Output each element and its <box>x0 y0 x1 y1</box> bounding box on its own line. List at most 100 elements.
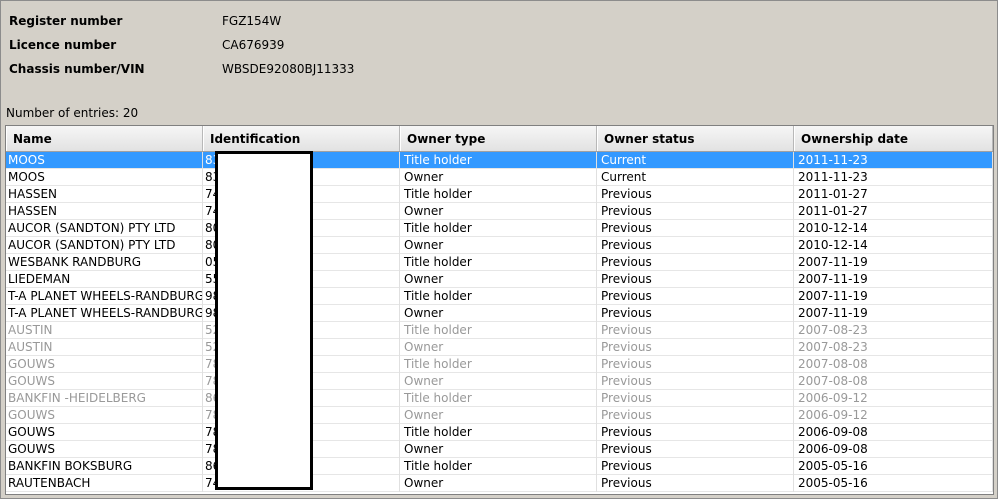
cell-ownership-date: 2007-11-19 <box>794 305 993 322</box>
table-row[interactable]: WESBANK RANDBURG 05 Title holder Previous 20… <box>6 254 993 271</box>
cell-ownership-date: 2010-12-14 <box>794 237 993 254</box>
cell-owner-type: Title holder <box>400 322 597 339</box>
cell-owner-type: Owner <box>400 237 597 254</box>
register-label: Register number <box>9 14 123 28</box>
cell-ownership-date: 2011-11-23 <box>794 152 993 169</box>
table-row[interactable]: GOUWS 78 Owner Previous 2006-09-08 <box>6 441 993 458</box>
cell-owner-status: Previous <box>597 288 794 305</box>
table-row[interactable]: AUSTIN 52 Title holder Previous 2007-08-23 <box>6 322 993 339</box>
cell-owner-type: Title holder <box>400 152 597 169</box>
cell-name: GOUWS <box>6 441 203 458</box>
table-row[interactable]: HASSEN 74 Title holder Previous 2011-01-27 <box>6 186 993 203</box>
cell-name: GOUWS <box>6 356 203 373</box>
table-row[interactable]: GOUWS 78 Title holder Previous 2007-08-08 <box>6 356 993 373</box>
vin-value: WBSDE92080BJ11333 <box>222 62 355 76</box>
table-row[interactable]: AUCOR (SANDTON) PTY LTD 80 Title holder Pre… <box>6 220 993 237</box>
cell-owner-status: Previous <box>597 441 794 458</box>
cell-owner-type: Owner <box>400 339 597 356</box>
cell-owner-status: Current <box>597 169 794 186</box>
table-row[interactable]: AUSTIN 52 Owner Previous 2007-08-23 <box>6 339 993 356</box>
cell-name: AUSTIN <box>6 339 203 356</box>
table-row[interactable]: MOOS 83 Title holder Current 2011-11-23 <box>6 152 993 169</box>
cell-owner-status: Previous <box>597 407 794 424</box>
table-body: MOOS 83 Title holder Current 2011-11-23 MOOS 8… <box>6 152 993 492</box>
table-row[interactable]: MOOS 83 Owner Current 2011-11-23 <box>6 169 993 186</box>
cell-owner-status: Previous <box>597 475 794 492</box>
redaction-box <box>215 151 313 490</box>
cell-ownership-date: 2011-11-23 <box>794 169 993 186</box>
cell-ownership-date: 2006-09-12 <box>794 407 993 424</box>
register-row: Register number FGZ154W <box>9 9 354 33</box>
table-header: Name Identification Owner type Owner sta… <box>6 126 993 152</box>
table-row[interactable]: T-A PLANET WHEELS-RANDBURG 98 Title holder… <box>6 288 993 305</box>
cell-owner-type: Title holder <box>400 288 597 305</box>
vin-row: Chassis number/VIN WBSDE92080BJ11333 <box>9 57 354 81</box>
cell-owner-status: Previous <box>597 237 794 254</box>
cell-owner-type: Owner <box>400 169 597 186</box>
cell-owner-status: Previous <box>597 424 794 441</box>
cell-name: MOOS <box>6 169 203 186</box>
cell-owner-status: Previous <box>597 339 794 356</box>
cell-ownership-date: 2006-09-08 <box>794 424 993 441</box>
column-header-name[interactable]: Name <box>6 126 203 151</box>
cell-owner-status: Current <box>597 152 794 169</box>
cell-owner-type: Title holder <box>400 254 597 271</box>
cell-owner-status: Previous <box>597 271 794 288</box>
cell-owner-status: Previous <box>597 373 794 390</box>
licence-row: Licence number CA676939 <box>9 33 354 57</box>
cell-owner-type: Owner <box>400 407 597 424</box>
cell-name: BANKFIN BOKSBURG <box>6 458 203 475</box>
column-header-owner-status[interactable]: Owner status <box>597 126 794 151</box>
register-value: FGZ154W <box>222 14 282 28</box>
table-row[interactable]: T-A PLANET WHEELS-RANDBURG 98 Owner Previou… <box>6 305 993 322</box>
table-row[interactable]: AUCOR (SANDTON) PTY LTD 80 Owner Previous 20… <box>6 237 993 254</box>
cell-owner-status: Previous <box>597 186 794 203</box>
cell-ownership-date: 2011-01-27 <box>794 186 993 203</box>
cell-owner-type: Title holder <box>400 458 597 475</box>
cell-name: T-A PLANET WHEELS-RANDBURG <box>8 288 203 305</box>
cell-owner-type: Owner <box>400 271 597 288</box>
cell-name: AUCOR (SANDTON) PTY LTD <box>6 220 203 237</box>
cell-name: LIEDEMAN <box>6 271 203 288</box>
cell-ownership-date: 2005-05-16 <box>794 475 993 492</box>
cell-owner-type: Title holder <box>400 390 597 407</box>
cell-ownership-date: 2005-05-16 <box>794 458 993 475</box>
cell-name: GOUWS <box>6 407 203 424</box>
table-row[interactable]: BANKFIN BOKSBURG 86 Title holder Previous 20… <box>6 458 993 475</box>
cell-name: AUSTIN <box>6 322 203 339</box>
table-row[interactable]: HASSEN 74 Owner Previous 2011-01-27 <box>6 203 993 220</box>
table-row[interactable]: GOUWS 78 Title holder Previous 2006-09-08 <box>6 424 993 441</box>
cell-ownership-date: 2007-11-19 <box>794 271 993 288</box>
cell-name: WESBANK RANDBURG <box>6 254 203 271</box>
cell-ownership-date: 2007-11-19 <box>794 254 993 271</box>
entries-count: Number of entries: 20 <box>6 106 139 120</box>
ownership-table[interactable]: Name Identification Owner type Owner sta… <box>5 125 994 495</box>
table-row[interactable]: LIEDEMAN 55 Owner Previous 2007-11-19 <box>6 271 993 288</box>
cell-name: HASSEN <box>6 203 203 220</box>
cell-ownership-date: 2007-11-19 <box>794 288 993 305</box>
cell-ownership-date: 2006-09-08 <box>794 441 993 458</box>
cell-ownership-date: 2007-08-23 <box>794 322 993 339</box>
cell-owner-status: Previous <box>597 203 794 220</box>
cell-ownership-date: 2007-08-08 <box>794 373 993 390</box>
table-row[interactable]: RAUTENBACH 74 Owner Previous 2005-05-16 <box>6 475 993 492</box>
column-header-ownership-date[interactable]: Ownership date <box>794 126 993 151</box>
cell-owner-status: Previous <box>597 356 794 373</box>
cell-owner-status: Previous <box>597 254 794 271</box>
cell-name: AUCOR (SANDTON) PTY LTD <box>6 237 203 254</box>
column-header-owner-type[interactable]: Owner type <box>400 126 597 151</box>
table-row[interactable]: GOUWS 78 Owner Previous 2006-09-12 <box>6 407 993 424</box>
vehicle-info: Register number FGZ154W Licence number C… <box>9 9 354 81</box>
table-row[interactable]: GOUWS 78 Owner Previous 2007-08-08 <box>6 373 993 390</box>
window-frame: Register number FGZ154W Licence number C… <box>0 0 998 499</box>
column-header-identification[interactable]: Identification <box>203 126 400 151</box>
cell-owner-type: Owner <box>400 203 597 220</box>
cell-owner-type: Owner <box>400 305 597 322</box>
cell-owner-status: Previous <box>597 322 794 339</box>
cell-owner-type: Title holder <box>400 424 597 441</box>
cell-name: GOUWS <box>6 424 203 441</box>
cell-name: HASSEN <box>6 186 203 203</box>
cell-owner-type: Title holder <box>400 220 597 237</box>
table-row[interactable]: BANKFIN -HEIDELBERG 86 Title holder Previou… <box>6 390 993 407</box>
cell-owner-type: Owner <box>400 373 597 390</box>
